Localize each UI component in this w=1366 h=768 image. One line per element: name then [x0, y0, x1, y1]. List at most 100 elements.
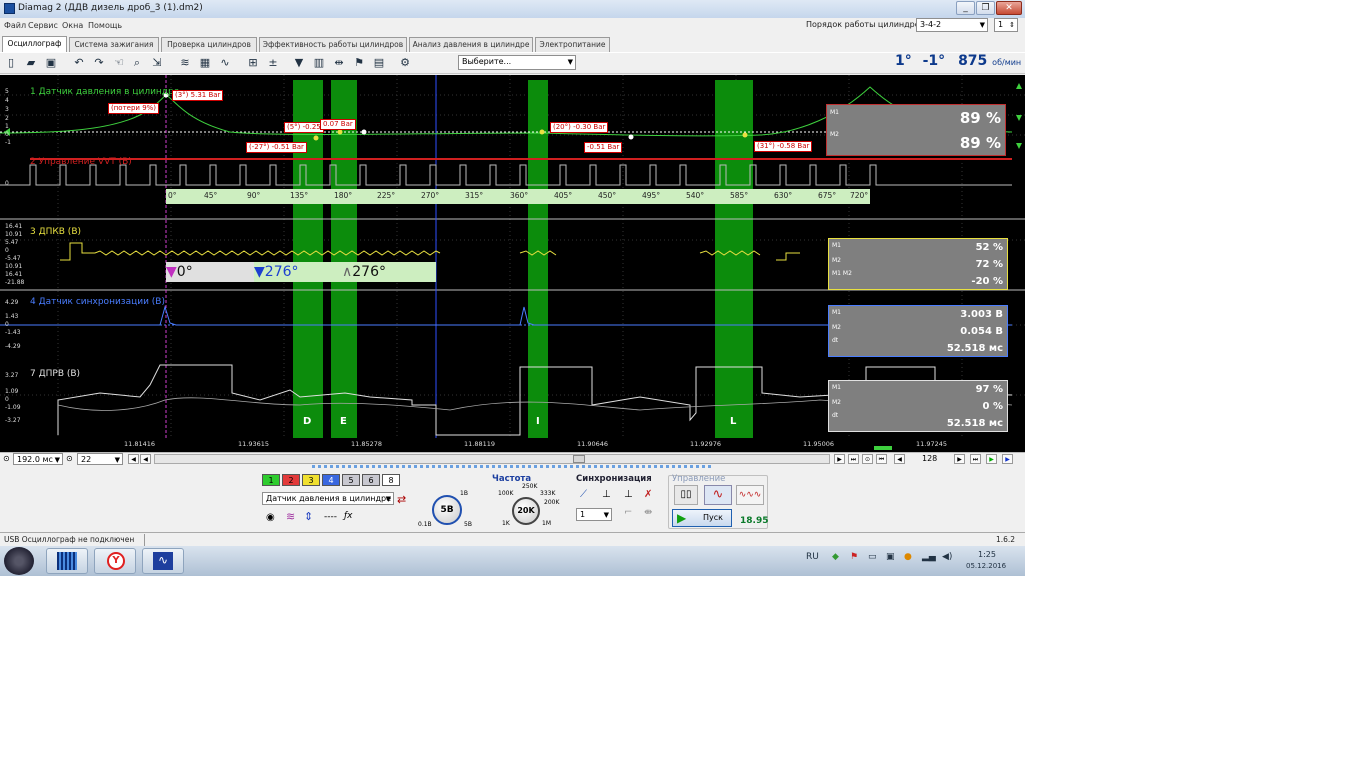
sync-slope-icon[interactable]: ⌐ [624, 507, 632, 518]
channel-source-select[interactable]: Датчик давления в цилиндре ▼ [262, 492, 394, 505]
page-next-button[interactable]: ▶ [954, 454, 965, 464]
pause-button[interactable]: ▯▯ [674, 485, 698, 505]
sync-arrows-icon[interactable]: ⇼ [644, 507, 652, 518]
cursor-tool-icon[interactable]: ⇲ [150, 56, 164, 70]
multi-wave-button[interactable]: ∿∿∿ [736, 485, 764, 505]
function-icon[interactable]: ƒx [344, 511, 353, 521]
scroll-left-fast-button[interactable]: ◀ [140, 454, 151, 464]
channel-3-button[interactable]: 3 [302, 474, 320, 486]
cursor-readout-3[interactable]: ∧276° [342, 262, 436, 282]
panel-grip[interactable] [312, 465, 712, 468]
scroll-end-button[interactable]: ⏭ [848, 454, 859, 464]
ch4-label[interactable]: 4 Датчик синхронизации (B) [30, 297, 165, 307]
freq-knob[interactable]: 20K [512, 497, 540, 525]
channel-swap-icon[interactable]: ⇄ [397, 493, 406, 506]
sync-level-icon[interactable]: ⊥ [602, 489, 611, 500]
taskbar-app-1[interactable] [46, 548, 88, 574]
dash-line-icon[interactable]: ---- [324, 512, 337, 522]
marker-icon[interactable]: ⚑ [352, 56, 366, 70]
tab-cylinder-check[interactable]: Проверка цилиндров [161, 37, 257, 52]
cursor-readout-1[interactable]: ▼0° [166, 262, 254, 282]
channel-4-button[interactable]: 4 [322, 474, 340, 486]
oscilloscope-area[interactable]: 1 Датчик давления в цилиндре 2 Управлени… [0, 75, 1025, 438]
tab-pressure-analysis[interactable]: Анализ давления в цилиндре [409, 37, 533, 52]
tab-power[interactable]: Электропитание [535, 37, 610, 52]
signal-tray-icon[interactable]: ▂▄ [922, 552, 936, 562]
ch3-label[interactable]: 3 ДПКВ (B) [30, 227, 81, 237]
scroll-start-button[interactable]: ⏮ [876, 454, 887, 464]
page-last-button[interactable]: ⏭ [970, 454, 981, 464]
scroll-track[interactable] [154, 454, 830, 464]
settings-icon[interactable]: ⚙ [398, 56, 412, 70]
tab-cylinder-efficiency[interactable]: Эффективность работы цилиндров [259, 37, 407, 52]
undo-zoom-icon[interactable]: ↶ [72, 56, 86, 70]
sync-rise-icon[interactable]: ⟋ [580, 489, 587, 500]
close-button[interactable]: ✕ [996, 1, 1022, 15]
scroll-fit-button[interactable]: ⊙ [862, 454, 873, 464]
scroll-right-button[interactable]: ▶ [834, 454, 845, 464]
volume-tray-icon[interactable]: ◀) [942, 552, 952, 562]
split-icon[interactable]: ⇹ [332, 56, 346, 70]
hand-tool-icon[interactable]: ☜ [112, 56, 126, 70]
device-tray-icon[interactable]: ▭ [868, 552, 877, 562]
eye-icon[interactable]: ◉ [266, 512, 275, 523]
start-button[interactable]: ▶ Пуск [672, 509, 732, 527]
channel-6-button[interactable]: 6 [362, 474, 380, 486]
sync-channel-select[interactable]: 1 ▼ [576, 508, 612, 521]
network-tray-icon[interactable]: ◆ [832, 552, 839, 562]
tab-oscilloscope[interactable]: Осциллограф [2, 36, 67, 52]
maximize-button[interactable]: ❐ [976, 1, 995, 15]
lang-indicator[interactable]: RU [806, 552, 819, 562]
timebase-select[interactable]: 192.0 мс ▼ [13, 453, 63, 465]
cursor-readout-2[interactable]: ▼276° [254, 262, 342, 282]
channel-1-button[interactable]: 1 [262, 474, 280, 486]
filter-wave-icon[interactable]: ≋ [286, 510, 295, 523]
preset-select[interactable]: Выберите... ▼ [458, 55, 576, 70]
redo-zoom-icon[interactable]: ↷ [92, 56, 106, 70]
grid-icon[interactable]: ▦ [198, 56, 212, 70]
cyl-order-select[interactable]: 3-4-2 ▼ [916, 18, 988, 32]
channel-8-button[interactable]: 8 [382, 474, 400, 486]
start-menu-icon[interactable] [4, 547, 34, 575]
ch1-label[interactable]: 1 Датчик давления в цилиндре [30, 87, 179, 97]
ch2-label[interactable]: 2 Управление VVT (B) [30, 157, 132, 167]
tab-ignition[interactable]: Система зажигания [69, 37, 159, 52]
menu-windows[interactable]: Окна [62, 21, 83, 30]
menu-help[interactable]: Помощь [88, 21, 122, 30]
ch7-label[interactable]: 7 ДПРВ (B) [30, 369, 80, 379]
channel-5-button[interactable]: 5 [342, 474, 360, 486]
channel-settings-icon[interactable]: ⊞ [246, 56, 260, 70]
status-tray-icon[interactable]: ● [904, 552, 912, 562]
scroll-thumb[interactable] [573, 455, 585, 463]
zoom-icon[interactable]: ⌕ [130, 56, 144, 70]
disk-tray-icon[interactable]: ▣ [886, 552, 895, 562]
cycle-icon[interactable]: ∿ [218, 56, 232, 70]
sync-fall-icon[interactable]: ⊥ [624, 489, 633, 500]
sync-auto-icon[interactable]: ✗ [644, 489, 652, 500]
open-folder-icon[interactable]: ▰ [24, 56, 38, 70]
volt-knob[interactable]: 5В [432, 495, 462, 525]
wave-fit-icon[interactable]: ≋ [178, 56, 192, 70]
taskbar-app-3[interactable]: ∿ [142, 548, 184, 574]
single-wave-button[interactable]: ∿ [704, 485, 732, 505]
clock-date[interactable]: 05.12.2016 [966, 562, 1006, 570]
page-prev-button[interactable]: ◀ [894, 454, 905, 464]
scroll-left-button[interactable]: ◀ [128, 454, 139, 464]
offset-icon[interactable]: ± [266, 56, 280, 70]
report-icon[interactable]: ▤ [372, 56, 386, 70]
table-icon[interactable]: ▥ [312, 56, 326, 70]
flag-tray-icon[interactable]: ⚑ [850, 552, 858, 562]
clock-time[interactable]: 1:25 [978, 550, 996, 559]
save-icon[interactable]: ▣ [44, 56, 58, 70]
menu-file[interactable]: Файл [4, 21, 26, 30]
taskbar-app-2[interactable]: Y [94, 548, 136, 574]
scale-select[interactable]: 22 ▼ [77, 453, 123, 465]
new-file-icon[interactable]: ▯ [4, 56, 18, 70]
cyl-number-spinner[interactable]: 1 ⇕ [994, 18, 1018, 32]
minimize-button[interactable]: _ [956, 1, 975, 15]
play-button[interactable]: ▶ [986, 454, 997, 464]
offset-arrows-icon[interactable]: ⇕ [304, 510, 313, 523]
forward-button[interactable]: ▶ [1002, 454, 1013, 464]
filter-icon[interactable]: ▼ [292, 56, 306, 70]
menu-service[interactable]: Сервис [28, 21, 58, 30]
